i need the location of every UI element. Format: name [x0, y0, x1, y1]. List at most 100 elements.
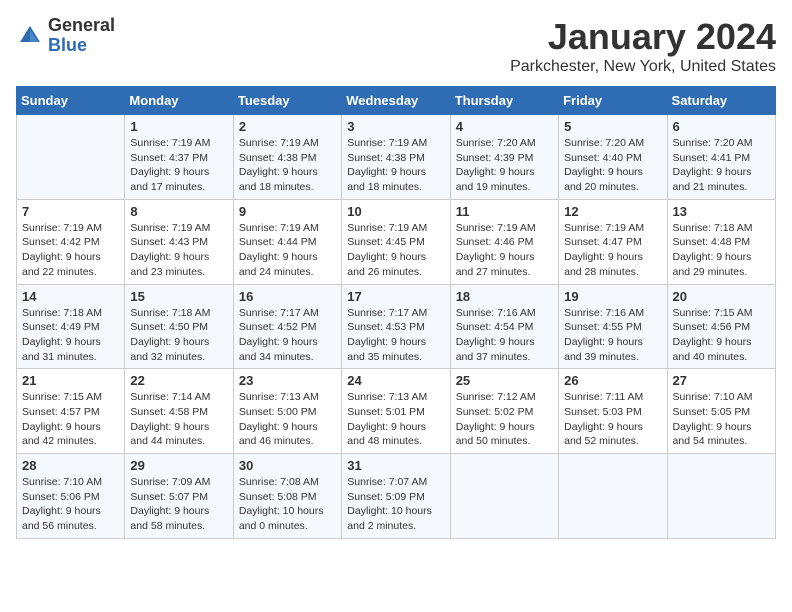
day-number: 18 [456, 289, 553, 304]
day-number: 4 [456, 119, 553, 134]
page-header: General Blue January 2024 Parkchester, N… [16, 16, 776, 76]
day-number: 19 [564, 289, 661, 304]
day-info: Sunrise: 7:10 AMSunset: 5:05 PMDaylight:… [673, 390, 770, 449]
day-info: Sunrise: 7:19 AMSunset: 4:43 PMDaylight:… [130, 221, 227, 280]
day-number: 20 [673, 289, 770, 304]
logo: General Blue [16, 16, 115, 56]
day-number: 22 [130, 373, 227, 388]
calendar-cell: 15 Sunrise: 7:18 AMSunset: 4:50 PMDayligh… [125, 284, 233, 369]
calendar-cell: 25 Sunrise: 7:12 AMSunset: 5:02 PMDayligh… [450, 369, 558, 454]
calendar-cell: 31 Sunrise: 7:07 AMSunset: 5:09 PMDayligh… [342, 454, 450, 539]
day-number: 28 [22, 458, 119, 473]
calendar-cell: 24Sunrise: 7:13 AMSunset: 5:01 PMDayligh… [342, 369, 450, 454]
day-header: Thursday [450, 87, 558, 115]
calendar-cell: 6 Sunrise: 7:20 AMSunset: 4:41 PMDaylight… [667, 115, 775, 200]
day-number: 9 [239, 204, 336, 219]
day-number: 11 [456, 204, 553, 219]
day-number: 2 [239, 119, 336, 134]
day-info: Sunrise: 7:20 AMSunset: 4:41 PMDaylight:… [673, 136, 770, 195]
day-number: 29 [130, 458, 227, 473]
calendar-cell: 13Sunrise: 7:18 AMSunset: 4:48 PMDayligh… [667, 199, 775, 284]
day-number: 26 [564, 373, 661, 388]
day-info: Sunrise: 7:19 AMSunset: 4:46 PMDaylight:… [456, 221, 553, 280]
logo-text: General Blue [48, 16, 115, 56]
calendar-cell: 5 Sunrise: 7:20 AMSunset: 4:40 PMDaylight… [559, 115, 667, 200]
day-info: Sunrise: 7:07 AMSunset: 5:09 PMDaylight:… [347, 475, 444, 534]
calendar-cell: 7 Sunrise: 7:19 AMSunset: 4:42 PMDaylight… [17, 199, 125, 284]
day-info: Sunrise: 7:18 AMSunset: 4:49 PMDaylight:… [22, 306, 119, 365]
day-info: Sunrise: 7:10 AMSunset: 5:06 PMDaylight:… [22, 475, 119, 534]
day-number: 8 [130, 204, 227, 219]
calendar-cell [559, 454, 667, 539]
day-info: Sunrise: 7:19 AMSunset: 4:42 PMDaylight:… [22, 221, 119, 280]
day-header: Monday [125, 87, 233, 115]
calendar-cell: 1 Sunrise: 7:19 AMSunset: 4:37 PMDaylight… [125, 115, 233, 200]
calendar-cell: 3Sunrise: 7:19 AMSunset: 4:38 PMDaylight… [342, 115, 450, 200]
day-info: Sunrise: 7:11 AMSunset: 5:03 PMDaylight:… [564, 390, 661, 449]
day-number: 12 [564, 204, 661, 219]
calendar-cell: 12 Sunrise: 7:19 AMSunset: 4:47 PMDayligh… [559, 199, 667, 284]
calendar-cell: 19 Sunrise: 7:16 AMSunset: 4:55 PMDayligh… [559, 284, 667, 369]
day-info: Sunrise: 7:12 AMSunset: 5:02 PMDaylight:… [456, 390, 553, 449]
calendar-cell: 14 Sunrise: 7:18 AMSunset: 4:49 PMDayligh… [17, 284, 125, 369]
calendar-cell: 9Sunrise: 7:19 AMSunset: 4:44 PMDaylight… [233, 199, 341, 284]
day-number: 16 [239, 289, 336, 304]
calendar-cell: 17 Sunrise: 7:17 AMSunset: 4:53 PMDayligh… [342, 284, 450, 369]
calendar-cell: 26 Sunrise: 7:11 AMSunset: 5:03 PMDayligh… [559, 369, 667, 454]
calendar-week-row: 14 Sunrise: 7:18 AMSunset: 4:49 PMDayligh… [17, 284, 776, 369]
day-info: Sunrise: 7:09 AMSunset: 5:07 PMDaylight:… [130, 475, 227, 534]
day-number: 15 [130, 289, 227, 304]
calendar-cell: 27 Sunrise: 7:10 AMSunset: 5:05 PMDayligh… [667, 369, 775, 454]
day-info: Sunrise: 7:17 AMSunset: 4:53 PMDaylight:… [347, 306, 444, 365]
day-info: Sunrise: 7:15 AMSunset: 4:57 PMDaylight:… [22, 390, 119, 449]
day-number: 14 [22, 289, 119, 304]
day-info: Sunrise: 7:20 AMSunset: 4:40 PMDaylight:… [564, 136, 661, 195]
day-number: 27 [673, 373, 770, 388]
calendar-cell: 11 Sunrise: 7:19 AMSunset: 4:46 PMDayligh… [450, 199, 558, 284]
calendar-cell [667, 454, 775, 539]
day-number: 5 [564, 119, 661, 134]
logo-general: General [48, 16, 115, 36]
day-info: Sunrise: 7:19 AMSunset: 4:45 PMDaylight:… [347, 221, 444, 280]
day-info: Sunrise: 7:14 AMSunset: 4:58 PMDaylight:… [130, 390, 227, 449]
calendar-cell: 21 Sunrise: 7:15 AMSunset: 4:57 PMDayligh… [17, 369, 125, 454]
day-info: Sunrise: 7:13 AMSunset: 5:01 PMDaylight:… [347, 390, 444, 449]
day-info: Sunrise: 7:18 AMSunset: 4:48 PMDaylight:… [673, 221, 770, 280]
calendar-cell: 8 Sunrise: 7:19 AMSunset: 4:43 PMDaylight… [125, 199, 233, 284]
day-number: 30 [239, 458, 336, 473]
calendar-cell: 29 Sunrise: 7:09 AMSunset: 5:07 PMDayligh… [125, 454, 233, 539]
day-header: Saturday [667, 87, 775, 115]
calendar-cell: 20 Sunrise: 7:15 AMSunset: 4:56 PMDayligh… [667, 284, 775, 369]
day-number: 6 [673, 119, 770, 134]
header-row: SundayMondayTuesdayWednesdayThursdayFrid… [17, 87, 776, 115]
calendar-cell: 4Sunrise: 7:20 AMSunset: 4:39 PMDaylight… [450, 115, 558, 200]
day-number: 25 [456, 373, 553, 388]
day-number: 17 [347, 289, 444, 304]
day-info: Sunrise: 7:19 AMSunset: 4:38 PMDaylight:… [239, 136, 336, 195]
day-header: Tuesday [233, 87, 341, 115]
day-number: 7 [22, 204, 119, 219]
calendar-week-row: 7 Sunrise: 7:19 AMSunset: 4:42 PMDaylight… [17, 199, 776, 284]
day-number: 31 [347, 458, 444, 473]
day-info: Sunrise: 7:16 AMSunset: 4:54 PMDaylight:… [456, 306, 553, 365]
day-info: Sunrise: 7:13 AMSunset: 5:00 PMDaylight:… [239, 390, 336, 449]
day-number: 3 [347, 119, 444, 134]
calendar-cell: 10 Sunrise: 7:19 AMSunset: 4:45 PMDayligh… [342, 199, 450, 284]
month-title: January 2024 [510, 16, 776, 58]
day-number: 21 [22, 373, 119, 388]
calendar-cell: 30Sunrise: 7:08 AMSunset: 5:08 PMDayligh… [233, 454, 341, 539]
day-info: Sunrise: 7:15 AMSunset: 4:56 PMDaylight:… [673, 306, 770, 365]
calendar-cell: 22 Sunrise: 7:14 AMSunset: 4:58 PMDayligh… [125, 369, 233, 454]
day-number: 1 [130, 119, 227, 134]
title-block: January 2024 Parkchester, New York, Unit… [510, 16, 776, 76]
calendar-cell: 2 Sunrise: 7:19 AMSunset: 4:38 PMDaylight… [233, 115, 341, 200]
calendar-cell: 23Sunrise: 7:13 AMSunset: 5:00 PMDayligh… [233, 369, 341, 454]
day-info: Sunrise: 7:17 AMSunset: 4:52 PMDaylight:… [239, 306, 336, 365]
day-info: Sunrise: 7:18 AMSunset: 4:50 PMDaylight:… [130, 306, 227, 365]
day-info: Sunrise: 7:19 AMSunset: 4:37 PMDaylight:… [130, 136, 227, 195]
day-info: Sunrise: 7:16 AMSunset: 4:55 PMDaylight:… [564, 306, 661, 365]
day-number: 10 [347, 204, 444, 219]
day-header: Friday [559, 87, 667, 115]
logo-icon [16, 22, 44, 50]
day-info: Sunrise: 7:19 AMSunset: 4:47 PMDaylight:… [564, 221, 661, 280]
